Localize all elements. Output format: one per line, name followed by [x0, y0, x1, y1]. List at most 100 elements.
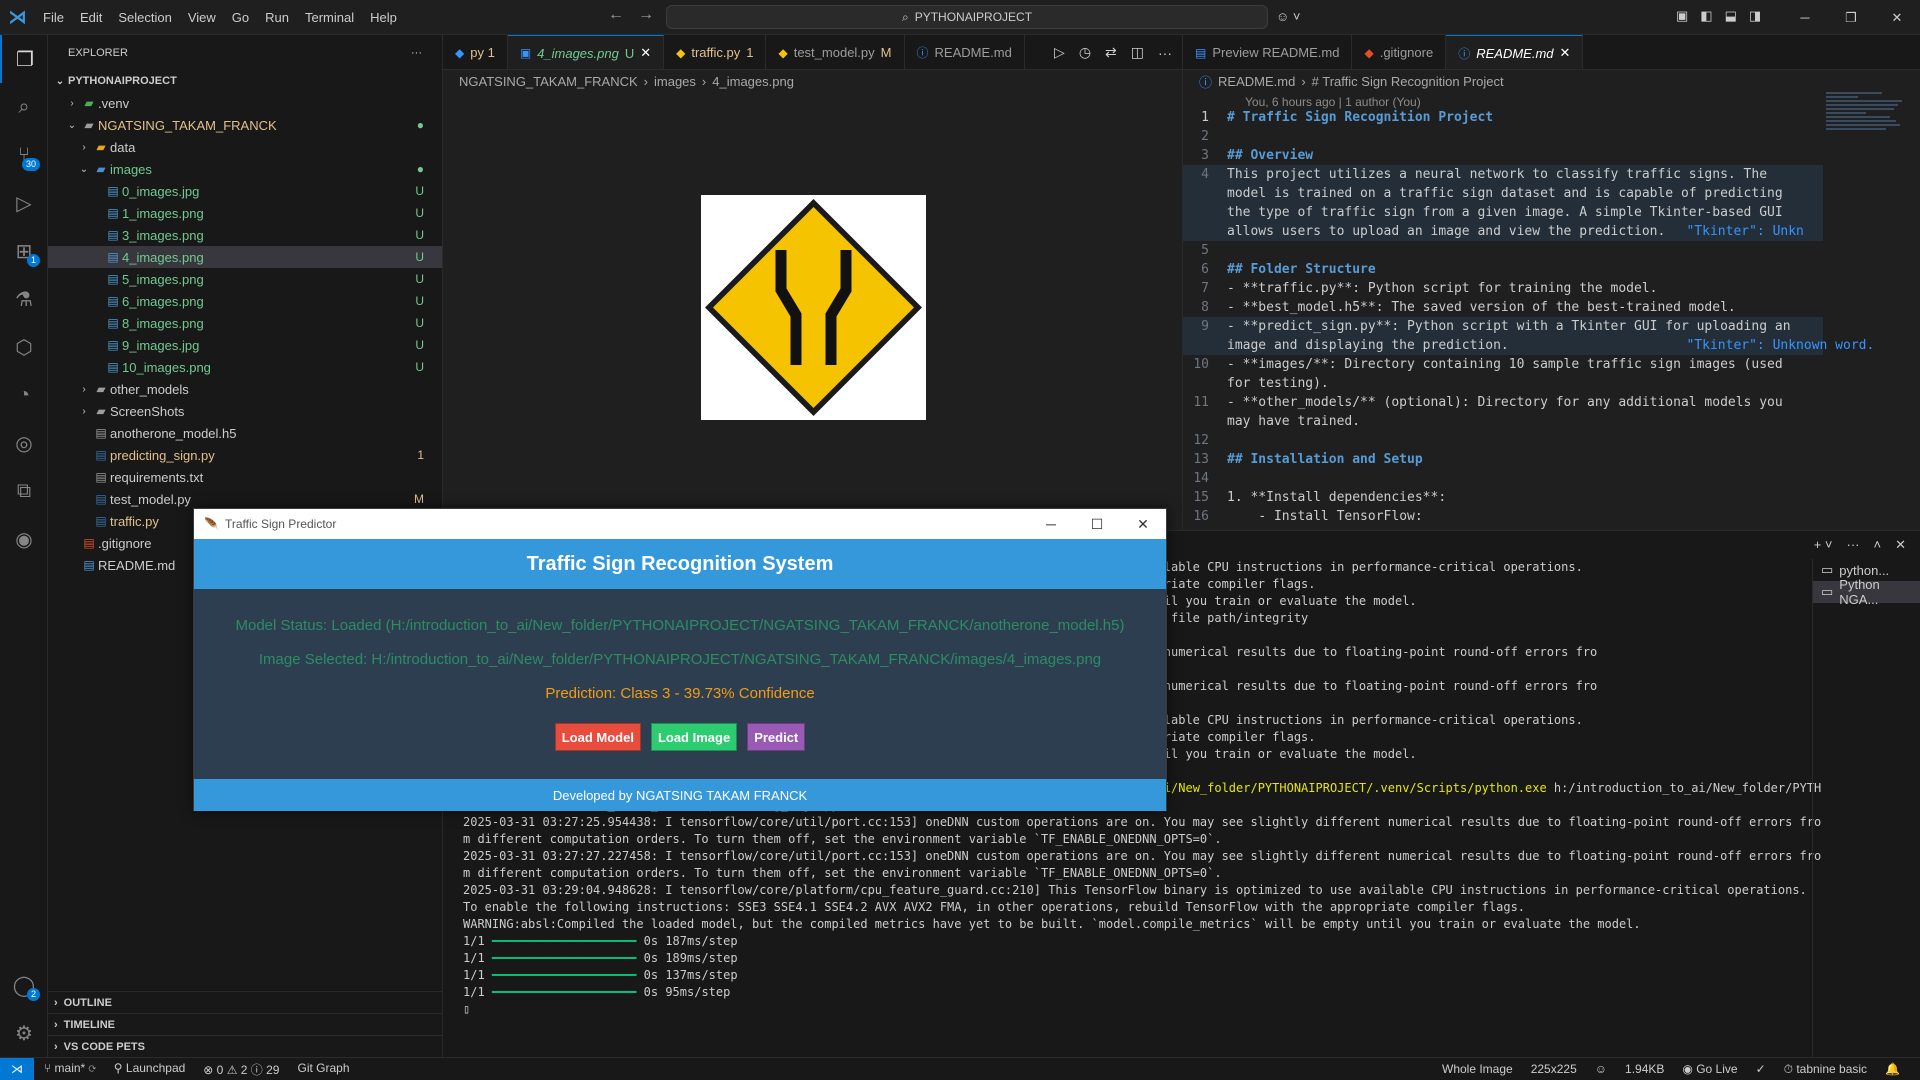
toggle-primary-sidebar-icon[interactable]: ◧ [1700, 8, 1712, 24]
compare-icon[interactable]: ⇄ [1105, 44, 1117, 61]
more-actions-icon[interactable]: ··· [1158, 45, 1172, 61]
run-debug-icon[interactable]: ▷ [0, 179, 48, 227]
editor-tab[interactable]: ◆ .gitignore [1352, 35, 1447, 69]
customize-layout-icon[interactable]: ▣ [1676, 8, 1688, 24]
breadcrumb-item[interactable]: images [654, 74, 696, 89]
edge-devtools-icon[interactable]: ◉ [0, 515, 48, 563]
close-tab-icon[interactable]: ✕ [640, 45, 651, 61]
minimize-icon[interactable]: ─ [1028, 509, 1074, 539]
command-center-search[interactable]: ⌕ PYTHONAIPROJECT [666, 5, 1268, 29]
tree-folder[interactable]: › ▰ ScreenShots [48, 400, 442, 422]
menu-view[interactable]: View [180, 0, 224, 35]
vscode-pets-section[interactable]: › VS CODE PETS [48, 1035, 443, 1057]
editor-tab[interactable]: ⓘ README.md [905, 35, 1025, 69]
tree-folder[interactable]: ⌄ ▰ images ● [48, 158, 442, 180]
tree-file[interactable]: ▤ test_model.py M [48, 488, 442, 510]
problems-indicator[interactable]: ⊗ 0 ⚠ 2 ⓘ 29 [203, 1061, 279, 1078]
outline-section[interactable]: › OUTLINE [48, 991, 443, 1013]
new-terminal-icon[interactable]: + ˅ [1814, 537, 1833, 553]
maximize-panel-icon[interactable]: ˄ [1874, 537, 1882, 553]
tree-file[interactable]: ▤ 0_images.jpg U [48, 180, 442, 202]
tree-file[interactable]: ▤ anotherone_model.h5 [48, 422, 442, 444]
editor-tab[interactable]: ▤ Preview README.md [1183, 35, 1353, 69]
readme-code[interactable]: 1 # Traffic Sign Recognition Project 2 3 ## … [1183, 108, 1874, 526]
tree-folder[interactable]: › ▰ .venv [48, 92, 442, 114]
menu-edit[interactable]: Edit [72, 0, 110, 35]
dialog-titlebar[interactable]: 🪶 Traffic Sign Predictor ─ ☐ ✕ [194, 509, 1166, 539]
maximize-icon[interactable]: ☐ [1074, 509, 1120, 539]
close-tab-icon[interactable]: ✕ [1560, 45, 1571, 61]
testing-icon[interactable]: ⚗ [0, 275, 48, 323]
tree-file[interactable]: ▤ 4_images.png U [48, 246, 442, 268]
tree-file[interactable]: ▤ 8_images.png U [48, 312, 442, 334]
extensions-icon[interactable]: ⊞ 1 [0, 227, 48, 275]
menu-selection[interactable]: Selection [110, 0, 179, 35]
image-zoom-indicator[interactable]: Whole Image [1442, 1062, 1513, 1077]
back-arrow-icon[interactable]: ← [608, 6, 624, 24]
launchpad-item[interactable]: ⚲ Launchpad [114, 1061, 186, 1078]
tabnine-status[interactable]: ⏱ tabnine basic [1784, 1062, 1867, 1077]
git-graph-item[interactable]: Git Graph [297, 1061, 349, 1078]
menu-go[interactable]: Go [224, 0, 257, 35]
tree-file[interactable]: ▤ 5_images.png U [48, 268, 442, 290]
menu-help[interactable]: Help [362, 0, 405, 35]
breadcrumb-item[interactable]: NGATSING_TAKAM_FRANCK [459, 74, 638, 89]
tree-folder[interactable]: › ▰ data [48, 136, 442, 158]
source-control-icon[interactable]: ⑂ 30 [0, 131, 48, 179]
branch-indicator[interactable]: ⑂ main* ⟳ [44, 1061, 96, 1078]
breadcrumb-heading[interactable]: # Traffic Sign Recognition Project [1312, 74, 1504, 89]
editor-tab[interactable]: ◆ py 1 [443, 35, 508, 69]
copilot-status-icon[interactable]: ☺ [1595, 1062, 1607, 1077]
git-graph-icon[interactable]: ◔ [0, 371, 48, 419]
more-actions-icon[interactable]: ··· [1847, 537, 1860, 553]
prettier-icon[interactable]: ✓ [1756, 1062, 1766, 1077]
explorer-icon[interactable]: ❐ [0, 35, 48, 83]
tree-file[interactable]: ▤ 6_images.png U [48, 290, 442, 312]
close-icon[interactable]: ✕ [1874, 0, 1920, 35]
manage-gear-icon[interactable]: ⚙ [0, 1009, 48, 1057]
workspace-root[interactable]: ⌄ PYTHONAIPROJECT [48, 70, 442, 92]
remote-indicator-icon[interactable]: ⋊ [0, 1058, 34, 1080]
breadcrumb-item[interactable]: 4_images.png [712, 74, 794, 89]
toggle-panel-icon[interactable]: ⬓ [1725, 8, 1737, 24]
more-actions-icon[interactable]: ··· [411, 47, 422, 59]
gitlens-icon[interactable]: ◎ [0, 419, 48, 467]
tree-file[interactable]: ▤ 10_images.png U [48, 356, 442, 378]
timeline-icon[interactable]: ◷ [1079, 44, 1091, 61]
go-live-button[interactable]: ◉ Go Live [1682, 1062, 1737, 1077]
close-icon[interactable]: ✕ [1120, 509, 1166, 539]
tree-folder[interactable]: ⌄ ▰ NGATSING_TAKAM_FRANCK ● [48, 114, 442, 136]
run-icon[interactable]: ▷ [1054, 44, 1065, 61]
minimap[interactable] [1826, 90, 1906, 290]
tree-folder[interactable]: › ▰ other_models [48, 378, 442, 400]
toggle-secondary-sidebar-icon[interactable]: ◨ [1749, 8, 1761, 24]
predict-button[interactable]: Predict [747, 723, 806, 751]
load-model-button[interactable]: Load Model [554, 723, 641, 751]
forward-arrow-icon[interactable]: → [638, 6, 654, 24]
tree-file[interactable]: ▤ 3_images.png U [48, 224, 442, 246]
editor-tab[interactable]: ◆ test_model.py M [766, 35, 905, 69]
accounts-icon[interactable]: ◯ 2 [0, 961, 48, 1009]
editor-tab[interactable]: ◆ traffic.py 1 [664, 35, 767, 69]
tree-file[interactable]: ▤ 9_images.jpg U [48, 334, 442, 356]
close-panel-icon[interactable]: ✕ [1895, 537, 1906, 553]
terminal-instance[interactable]: ▭ Python NGA... [1813, 577, 1920, 607]
restore-icon[interactable]: ❐ [1828, 0, 1874, 35]
menu-run[interactable]: Run [257, 0, 297, 35]
menu-terminal[interactable]: Terminal [297, 0, 362, 35]
search-view-icon[interactable]: ⌕ [0, 83, 48, 131]
timeline-section[interactable]: › TIMELINE [48, 1013, 443, 1035]
remote-explorer-icon[interactable]: ⬡ [0, 323, 48, 371]
notifications-bell-icon[interactable]: 🔔 [1885, 1062, 1900, 1077]
tree-file[interactable]: ▤ predicting_sign.py 1 [48, 444, 442, 466]
editor-tab[interactable]: ▣ 4_images.png U ✕ [507, 35, 665, 69]
load-image-button[interactable]: Load Image [650, 723, 738, 751]
split-editor-icon[interactable]: ◫ [1131, 44, 1144, 61]
menu-file[interactable]: File [35, 0, 72, 35]
copilot-icon[interactable]: ☺ ˅ [1276, 9, 1300, 24]
tree-file[interactable]: ▤ requirements.txt [48, 466, 442, 488]
editor-tab[interactable]: ⓘ README.md ✕ [1446, 35, 1584, 69]
minimize-icon[interactable]: ─ [1782, 0, 1828, 35]
containers-icon[interactable]: ⧉ [0, 467, 48, 515]
tree-file[interactable]: ▤ 1_images.png U [48, 202, 442, 224]
